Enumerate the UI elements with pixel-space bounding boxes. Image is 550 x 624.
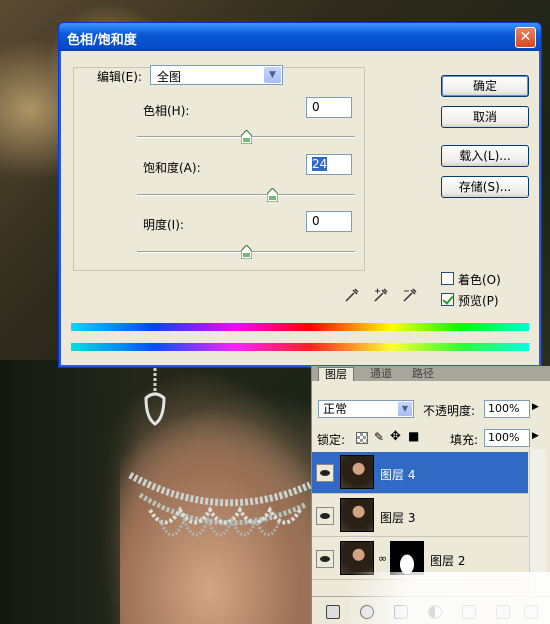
saturation-input[interactable]: 24 (306, 154, 352, 175)
layer-thumbnail (340, 455, 374, 489)
layer-thumbnail (340, 541, 374, 575)
opacity-value: 100% (488, 402, 520, 415)
load-button[interactable]: 载入(L)... (441, 145, 529, 167)
layer-name: 图层 2 (430, 554, 466, 568)
hue-input[interactable]: 0 (306, 97, 352, 118)
lock-brush-icon[interactable]: ✎ (374, 430, 384, 444)
cancel-button[interactable]: 取消 (441, 106, 529, 128)
opacity-input[interactable]: 100% (484, 400, 530, 418)
hue-input-value: 0 (312, 100, 320, 114)
lightness-input-value: 0 (312, 214, 320, 228)
earring-image (144, 368, 166, 426)
hue-saturation-dialog: 色相/饱和度 ✕ 编辑(E): 全图 ▼ 色相(H): 0 饱和度(A): 24… (58, 22, 542, 368)
ok-button[interactable]: 确定 (441, 75, 529, 97)
edit-label: 编辑(E): (97, 70, 142, 84)
lock-transparency-icon[interactable] (356, 432, 368, 444)
eyedropper-icon[interactable] (344, 287, 360, 303)
close-icon: ✕ (519, 29, 532, 45)
input-spectrum-bar (71, 323, 529, 331)
layer-name: 图层 4 (380, 468, 416, 482)
hue-slider-thumb[interactable] (241, 130, 252, 144)
saturation-label: 饱和度(A): (143, 161, 201, 175)
lock-move-icon[interactable]: ✥ (390, 429, 401, 444)
lightness-label: 明度(I): (143, 218, 184, 232)
eyedropper-plus-icon[interactable] (373, 287, 389, 303)
chevron-down-icon[interactable]: ▼ (398, 402, 412, 416)
eye-icon[interactable] (316, 507, 334, 525)
saturation-input-value: 24 (312, 157, 328, 171)
edit-select[interactable]: 全图 ▼ (150, 65, 283, 85)
dialog-titlebar[interactable]: 色相/饱和度 ✕ (59, 23, 541, 51)
fill-input[interactable]: 100% (484, 429, 530, 447)
layer-row-4[interactable]: 图层 4 (312, 452, 528, 494)
layer-thumbnail (340, 498, 374, 532)
save-button[interactable]: 存储(S)... (441, 176, 529, 198)
necklace-image (128, 471, 312, 537)
blend-mode-select[interactable]: 正常 ▼ (318, 400, 414, 418)
output-spectrum-bar (71, 343, 529, 351)
close-button[interactable]: ✕ (515, 27, 536, 48)
lock-all-icon[interactable]: ■ (408, 429, 419, 443)
chevron-down-icon[interactable]: ▼ (264, 67, 281, 83)
edit-select-value: 全图 (157, 70, 182, 84)
blend-mode-value: 正常 (323, 402, 348, 416)
chain-link-icon[interactable]: ∞ (378, 552, 387, 565)
panel-tabs: 图层 通道 路径 (312, 366, 550, 381)
layer-row-3[interactable]: 图层 3 (312, 495, 528, 537)
preview-label: 预览(P) (458, 294, 499, 308)
layer-mask-thumbnail[interactable] (390, 541, 424, 575)
layer-name: 图层 3 (380, 511, 416, 525)
colorize-label: 着色(O) (458, 273, 501, 287)
saturation-slider-thumb[interactable] (267, 188, 279, 202)
opacity-label: 不透明度: (423, 404, 476, 418)
saturation-slider-track[interactable] (137, 194, 355, 196)
eye-icon[interactable] (316, 550, 334, 568)
preview-checkbox[interactable] (441, 293, 454, 306)
photo-hair (0, 360, 140, 624)
watermark-overlay (350, 572, 550, 624)
link-layers-icon[interactable] (326, 605, 340, 619)
tab-paths[interactable]: 路径 (406, 367, 440, 381)
tab-layers[interactable]: 图层 (318, 367, 354, 381)
fill-label: 填充: (450, 433, 479, 447)
fill-value: 100% (488, 431, 520, 444)
colorize-checkbox[interactable] (441, 272, 454, 285)
tab-channels[interactable]: 通道 (364, 367, 398, 381)
fill-arrow-icon[interactable]: ▶ (532, 431, 539, 441)
dialog-title: 色相/饱和度 (67, 33, 137, 48)
opacity-arrow-icon[interactable]: ▶ (532, 402, 539, 412)
hue-label: 色相(H): (143, 104, 190, 118)
lightness-input[interactable]: 0 (306, 211, 352, 232)
eyedropper-minus-icon[interactable] (402, 287, 418, 303)
lock-label: 锁定: (317, 433, 346, 447)
eye-icon[interactable] (316, 464, 334, 482)
lightness-slider-thumb[interactable] (241, 245, 252, 259)
